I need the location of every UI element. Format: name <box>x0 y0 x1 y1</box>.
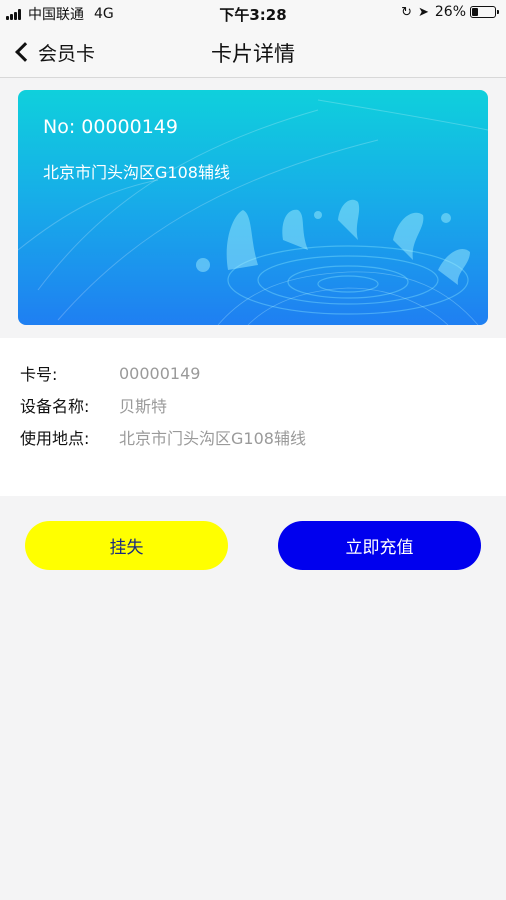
card-details-panel: 卡号: 00000149 设备名称: 贝斯特 使用地点: 北京市门头沟区G108… <box>0 338 506 496</box>
nav-bar: 会员卡 卡片详情 <box>0 26 506 78</box>
detail-label: 使用地点: <box>20 429 90 448</box>
card-number: No: 00000149 <box>43 116 178 138</box>
detail-value: 00000149 <box>119 363 201 383</box>
recharge-button[interactable]: 立即充值 <box>278 521 481 570</box>
detail-label: 卡号: <box>20 365 58 384</box>
location-arrow-icon: ➤ <box>417 4 429 20</box>
detail-label: 设备名称: <box>20 397 90 416</box>
battery-cap <box>497 10 499 14</box>
battery-icon <box>470 6 499 18</box>
membership-card: No: 00000149 北京市门头沟区G108辅线 <box>18 90 488 325</box>
detail-row-device-name: 设备名称: 贝斯特 <box>20 393 167 417</box>
card-location: 北京市门头沟区G108辅线 <box>43 163 230 182</box>
rotation-lock-icon: ↻ <box>401 4 412 20</box>
page-title: 卡片详情 <box>211 42 295 66</box>
report-loss-button[interactable]: 挂失 <box>25 521 228 570</box>
battery-percent: 26% <box>434 4 466 20</box>
status-right: ↻ ➤ 26% <box>401 4 499 20</box>
battery-fill <box>472 8 479 16</box>
detail-row-location: 使用地点: 北京市门头沟区G108辅线 <box>20 425 306 449</box>
detail-value: 北京市门头沟区G108辅线 <box>119 429 306 448</box>
status-bar: 中国联通 4G 下午3:28 ↻ ➤ 26% <box>0 0 506 26</box>
detail-row-card-number: 卡号: 00000149 <box>20 361 200 385</box>
detail-value: 贝斯特 <box>119 397 168 416</box>
